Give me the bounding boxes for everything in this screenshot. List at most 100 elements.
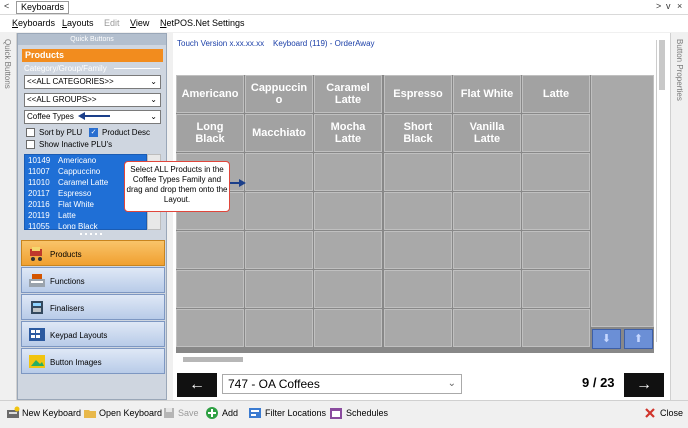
schedules-button[interactable]: Schedules <box>346 408 388 418</box>
grid-empty-cell[interactable] <box>384 231 452 269</box>
page-up-button[interactable]: ⬆ <box>624 329 653 349</box>
list-item[interactable]: 20119 Latte <box>25 211 146 222</box>
next-layout-button[interactable]: → <box>624 373 664 397</box>
add-button[interactable]: Add <box>222 408 238 418</box>
chevron-down-icon[interactable]: v <box>666 1 671 11</box>
open-folder-icon <box>84 410 96 418</box>
category-select[interactable]: <<ALL CATEGORIES>> ⌄ <box>24 75 161 89</box>
grid-empty-cell[interactable] <box>245 231 313 269</box>
grid-empty-column[interactable] <box>591 75 654 327</box>
products-section-header: Products <box>22 49 163 62</box>
menu-edit[interactable]: Edit <box>104 18 120 28</box>
splitter-grip[interactable] <box>78 232 108 236</box>
instruction-callout: Select ALL Products in the Coffee Types … <box>124 161 230 212</box>
page-counter: 9 / 23 <box>582 375 615 390</box>
nav-button-images[interactable]: Button Images <box>21 348 165 374</box>
grid-empty-cell[interactable] <box>453 270 521 308</box>
menu-layouts[interactable]: Layouts <box>62 18 94 28</box>
filter-locations-button[interactable]: Filter Locations <box>265 408 326 418</box>
nav-finalisers[interactable]: Finalisers <box>21 294 165 320</box>
add-icon <box>206 407 218 419</box>
layout-select[interactable]: 747 - OA Coffees ⌄ <box>222 374 462 394</box>
grid-empty-cell[interactable] <box>314 153 382 191</box>
image-icon <box>29 355 45 368</box>
grid-button-vanilla-latte[interactable]: Vanilla Latte <box>453 114 521 152</box>
grid-empty-cell[interactable] <box>453 153 521 191</box>
quick-buttons-strip[interactable]: Quick Buttons <box>0 33 17 400</box>
grid-button-macchiato[interactable]: Macchiato <box>245 114 313 152</box>
grid-empty-cell[interactable] <box>384 153 452 191</box>
grid-empty-cell[interactable] <box>245 153 313 191</box>
horizontal-scrollbar[interactable] <box>183 357 243 362</box>
nav-functions-label: Functions <box>50 277 85 286</box>
grid-empty-cell[interactable] <box>384 270 452 308</box>
chevron-right-icon[interactable]: > <box>656 1 661 11</box>
grid-empty-cell[interactable] <box>176 270 244 308</box>
list-item[interactable]: 11055 Long Black <box>25 222 146 229</box>
cash-register-icon <box>29 274 45 287</box>
product-desc-checkbox[interactable]: ✓ <box>89 128 98 137</box>
nav-keypad-layouts[interactable]: Keypad Layouts <box>21 321 165 347</box>
card-reader-icon <box>31 301 43 314</box>
grid-button-long-black[interactable]: Long Black <box>176 114 244 152</box>
back-arrow-icon[interactable]: < <box>4 1 9 11</box>
tab-keyboards[interactable]: Keyboards <box>16 1 70 14</box>
grid-empty-cell[interactable] <box>522 270 590 308</box>
open-keyboard-button[interactable]: Open Keyboard <box>99 408 162 418</box>
vertical-scrollbar[interactable] <box>656 40 666 342</box>
grid-empty-cell[interactable] <box>384 309 452 347</box>
prev-layout-button[interactable]: ← <box>177 373 217 397</box>
grid-empty-cell[interactable] <box>453 309 521 347</box>
grid-empty-cell[interactable] <box>314 309 382 347</box>
grid-empty-cell[interactable] <box>522 114 590 152</box>
scroll-thumb[interactable] <box>659 40 665 90</box>
product-desc-label: Product Desc <box>102 128 151 137</box>
button-properties-strip[interactable]: Button Properties <box>670 33 688 400</box>
grid-empty-cell[interactable] <box>384 192 452 230</box>
grid-empty-cell[interactable] <box>314 270 382 308</box>
menu-netpos-settings[interactable]: NetPOS.Net Settings <box>160 18 245 28</box>
nav-functions[interactable]: Functions <box>21 267 165 293</box>
grid-button-latte[interactable]: Latte <box>522 75 590 113</box>
keyboard-label: Keyboard (119) - OrderAway <box>273 39 375 48</box>
save-icon <box>164 408 174 418</box>
button-properties-tab-label: Button Properties <box>675 39 684 101</box>
grid-empty-cell[interactable] <box>522 231 590 269</box>
button-grid[interactable]: Americano Cappuccin o Caramel Latte Espr… <box>176 75 654 353</box>
grid-empty-cell[interactable] <box>176 309 244 347</box>
chevron-down-icon: ⌄ <box>447 378 456 389</box>
quick-buttons-panel: Quick Buttons Products Category/Group/Fa… <box>17 33 167 400</box>
grid-empty-cell[interactable] <box>453 192 521 230</box>
title-bar: < Keyboards > v × <box>0 0 688 15</box>
grid-empty-cell[interactable] <box>453 231 521 269</box>
grid-button-americano[interactable]: Americano <box>176 75 244 113</box>
grid-button-espresso[interactable]: Espresso <box>384 75 452 113</box>
nav-products[interactable]: Products <box>21 240 165 266</box>
grid-button-mocha-latte[interactable]: Mocha Latte <box>314 114 382 152</box>
grid-button-flat-white[interactable]: Flat White <box>453 75 521 113</box>
grid-empty-cell[interactable] <box>522 153 590 191</box>
menu-view[interactable]: View <box>130 18 149 28</box>
grid-button-short-black[interactable]: Short Black <box>384 114 452 152</box>
grid-empty-cell[interactable] <box>314 192 382 230</box>
sort-by-plu-checkbox[interactable] <box>26 128 35 137</box>
grid-empty-cell[interactable] <box>245 270 313 308</box>
grid-empty-cell[interactable] <box>522 309 590 347</box>
chevron-down-icon: ⌄ <box>150 95 157 104</box>
save-button[interactable]: Save <box>178 408 199 418</box>
grid-empty-cell[interactable] <box>522 192 590 230</box>
show-inactive-checkbox[interactable] <box>26 140 35 149</box>
grid-empty-cell[interactable] <box>245 192 313 230</box>
close-button[interactable]: Close <box>660 408 683 418</box>
grid-button-cappuccino[interactable]: Cappuccin o <box>245 75 313 113</box>
page-down-button[interactable]: ⬇ <box>592 329 621 349</box>
group-select[interactable]: <<ALL GROUPS>> ⌄ <box>24 93 161 107</box>
menu-keyboards[interactable]: Keyboards <box>12 18 55 28</box>
new-keyboard-button[interactable]: New Keyboard <box>22 408 81 418</box>
close-icon[interactable]: × <box>677 1 682 11</box>
annotation-arrow-icon <box>230 179 246 187</box>
grid-empty-cell[interactable] <box>314 231 382 269</box>
grid-empty-cell[interactable] <box>245 309 313 347</box>
grid-button-caramel-latte[interactable]: Caramel Latte <box>314 75 382 113</box>
grid-empty-cell[interactable] <box>176 231 244 269</box>
